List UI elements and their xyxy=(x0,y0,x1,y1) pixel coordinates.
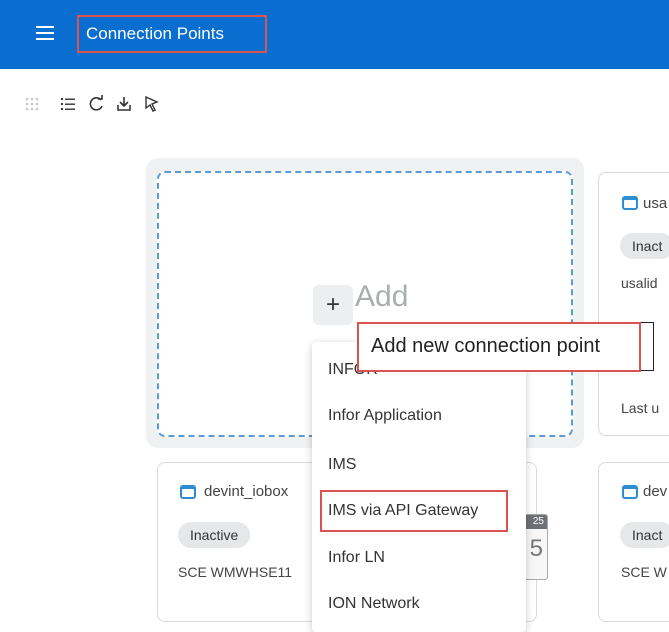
download-icon[interactable] xyxy=(114,94,134,114)
refresh-icon[interactable] xyxy=(86,94,106,114)
status-badge: Inact xyxy=(620,233,669,259)
connection-card-icon xyxy=(622,196,638,210)
menu-item-ims-api-gateway[interactable]: IMS via API Gateway xyxy=(312,489,526,533)
add-label: Add xyxy=(355,280,409,313)
add-plus-button[interactable]: + xyxy=(313,285,353,325)
menu-item-infor-application[interactable]: Infor Application xyxy=(312,394,526,438)
list-view-icon[interactable] xyxy=(58,94,78,114)
connection-card-icon xyxy=(180,485,196,499)
card-subtitle: usalid xyxy=(621,275,658,291)
shell-header: Connection Points xyxy=(0,0,669,69)
menu-item-infor-ln[interactable]: Infor LN xyxy=(312,536,526,580)
card-title: devint_iobox xyxy=(204,483,289,500)
card-title: usa xyxy=(643,195,668,212)
connection-type-menu: INFOR Infor Application IMS IMS via API … xyxy=(312,342,526,632)
card-title: dev xyxy=(643,483,668,500)
card-footer: Last u xyxy=(621,400,660,416)
card-subtitle: SCE WMWHSE11 xyxy=(178,564,293,580)
connection-card-icon xyxy=(622,485,638,499)
page-title: Connection Points xyxy=(77,15,267,53)
select-cursor-icon[interactable] xyxy=(142,94,162,114)
status-badge: Inactive xyxy=(178,522,251,548)
menu-item-ims[interactable]: IMS xyxy=(312,443,526,487)
grid-view-icon[interactable] xyxy=(22,94,42,114)
menu-icon[interactable] xyxy=(36,26,54,40)
menu-item-ion-network[interactable]: ION Network xyxy=(312,582,526,626)
status-badge: Inact xyxy=(620,522,669,548)
card-subtitle: SCE W xyxy=(621,564,667,580)
add-tooltip: Add new connection point xyxy=(357,322,654,371)
